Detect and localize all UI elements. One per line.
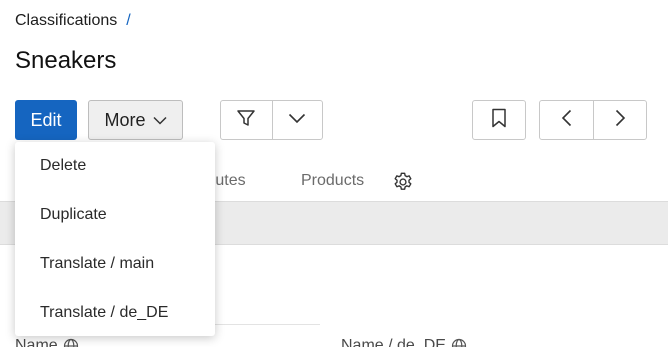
menu-item-translate-main[interactable]: Translate / main: [40, 255, 154, 273]
chevron-right-icon: [615, 109, 626, 132]
name-de-label-text: Name / de_DE: [341, 337, 446, 347]
tab-settings[interactable]: [392, 171, 414, 198]
menu-item-delete[interactable]: Delete: [40, 157, 86, 175]
page-title: Sneakers: [15, 47, 117, 74]
gear-icon: [392, 172, 414, 197]
bookmark-icon: [491, 108, 507, 133]
chevron-left-icon: [561, 109, 572, 132]
edit-button-label: Edit: [30, 109, 62, 130]
breadcrumb: Classifications /: [15, 12, 131, 30]
next-button[interactable]: [593, 101, 646, 139]
breadcrumb-classifications-link[interactable]: Classifications: [15, 12, 117, 30]
globe-icon: [451, 338, 467, 347]
more-button[interactable]: More: [88, 100, 183, 140]
name-de-field-label: Name / de_DE: [341, 337, 467, 347]
filter-icon: [236, 108, 256, 133]
menu-item-duplicate[interactable]: Duplicate: [40, 206, 107, 224]
filter-dropdown-button[interactable]: [271, 101, 323, 139]
menu-item-translate-de-de[interactable]: Translate / de_DE: [40, 304, 168, 322]
more-dropdown-menu: Delete Duplicate Translate / main Transl…: [15, 142, 215, 336]
name-label-text: Name: [15, 337, 58, 347]
edit-button[interactable]: Edit: [15, 100, 77, 140]
bookmark-button[interactable]: [473, 101, 525, 139]
more-button-label: More: [104, 109, 146, 130]
breadcrumb-separator: /: [126, 12, 131, 29]
chevron-down-icon: [152, 116, 167, 125]
bookmark-button-group: [472, 100, 526, 140]
globe-icon: [63, 338, 79, 347]
chevron-down-icon: [288, 111, 306, 129]
name-field-label: Name: [15, 337, 79, 347]
previous-button[interactable]: [540, 101, 593, 139]
filter-button-group: [220, 100, 323, 140]
tab-products[interactable]: Products: [301, 172, 364, 190]
filter-button[interactable]: [221, 101, 272, 139]
record-nav-group: [539, 100, 647, 140]
